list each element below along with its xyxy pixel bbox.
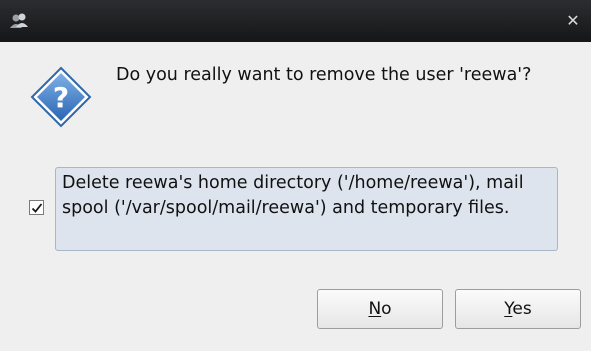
delete-files-label: Delete reewa's home directory ('/home/re…: [62, 173, 524, 218]
yes-button[interactable]: Yes: [455, 289, 581, 329]
close-icon[interactable]: ✕: [563, 11, 583, 31]
no-button[interactable]: No: [317, 289, 443, 329]
users-icon: [9, 12, 29, 30]
confirm-remove-user-dialog: ✕ ? Do you really want to remove the use…: [0, 0, 591, 351]
delete-files-option[interactable]: Delete reewa's home directory ('/home/re…: [55, 167, 558, 251]
question-text: Do you really want to remove the user 'r…: [116, 65, 532, 85]
question-diamond-icon: ?: [29, 65, 93, 129]
svg-text:?: ?: [53, 81, 69, 114]
yes-label-rest: es: [512, 299, 532, 319]
delete-files-checkbox[interactable]: [29, 200, 44, 215]
no-label-rest: o: [381, 299, 392, 319]
no-mnemonic: N: [368, 299, 382, 319]
titlebar: ✕: [0, 0, 591, 42]
